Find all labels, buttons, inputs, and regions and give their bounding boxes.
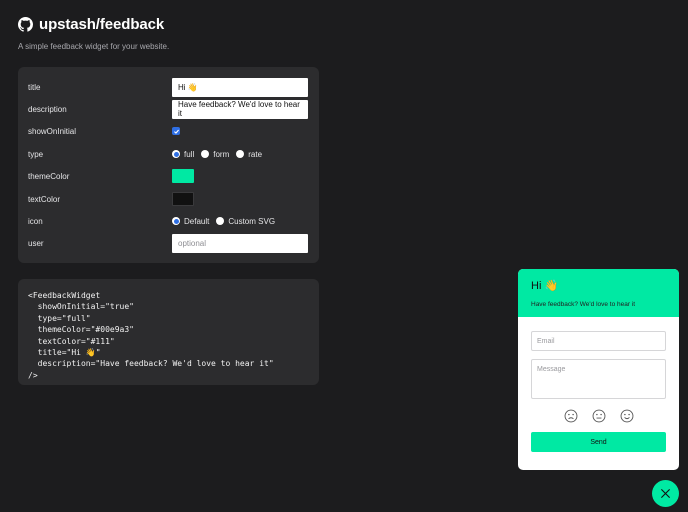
show-on-initial-checkbox[interactable] [172,127,180,135]
sad-face-icon[interactable] [564,409,578,423]
feedback-widget: Hi 👋 Have feedback? We'd love to hear it… [518,269,679,470]
send-button[interactable]: Send [531,432,666,452]
type-radio-rate[interactable]: rate [236,150,262,159]
radio-unselected-icon [216,217,225,225]
message-field[interactable]: Message [531,359,666,399]
theme-color-label: themeColor [28,171,70,181]
close-icon [660,488,671,499]
page-title: upstash/feedback [39,16,165,33]
title-input[interactable]: Hi 👋 [172,77,308,97]
widget-title: Hi 👋 [531,280,559,292]
description-row: description Have feedback? We'd love to … [28,99,309,119]
settings-panel: title Hi 👋 description Have feedback? We… [18,67,319,263]
widget-description: Have feedback? We'd love to hear it [531,301,636,308]
email-field[interactable]: Email [531,331,666,351]
checkmark-icon [173,129,179,134]
radio-unselected-icon [236,150,245,158]
description-label: description [28,104,67,114]
user-label: user [28,238,44,248]
title-row-setting: title Hi 👋 [28,77,309,97]
icon-row: icon Default Custom SVG [28,211,309,231]
radio-label: Default [184,216,210,226]
page-subtitle: A simple feedback widget for your websit… [18,42,170,51]
page-header: upstash/feedback A simple feedback widge… [18,16,169,51]
icon-radio-custom-svg[interactable]: Custom SVG [216,217,275,226]
type-label: type [28,149,44,159]
show-on-initial-label: showOnInitial [28,126,77,136]
radio-selected-icon [172,150,180,158]
happy-face-icon[interactable] [620,409,634,423]
radio-selected-icon [172,217,180,225]
radio-label: Custom SVG [228,216,276,226]
widget-header: Hi 👋 Have feedback? We'd love to hear it [518,269,679,317]
rating-faces [531,409,666,423]
title-label: title [28,82,41,92]
user-input[interactable]: optional [172,233,308,253]
type-radio-form[interactable]: form [201,150,229,159]
neutral-face-icon[interactable] [592,409,606,423]
close-widget-button[interactable] [652,480,679,507]
user-row: user optional [28,233,309,253]
type-radio-full[interactable]: full [172,150,194,159]
radio-label: form [213,149,230,159]
description-input[interactable]: Have feedback? We'd love to hear it [172,99,308,119]
text-color-row: textColor [28,189,309,209]
radio-label: full [184,149,195,159]
icon-label: icon [28,216,43,226]
radio-label: rate [248,149,263,159]
type-row: type full form rate [28,144,309,164]
theme-color-picker[interactable] [172,169,194,183]
code-snippet: <FeedbackWidget showOnInitial="true" typ… [18,279,319,385]
radio-unselected-icon [201,150,210,158]
widget-body: Email Message Send [518,317,679,452]
text-color-label: textColor [28,194,61,204]
theme-color-row: themeColor [28,166,309,186]
github-icon [18,17,33,32]
title-row: upstash/feedback [18,16,169,33]
text-color-picker[interactable] [172,192,194,206]
show-on-initial-row: showOnInitial [28,121,309,141]
icon-radio-default[interactable]: Default [172,217,209,226]
